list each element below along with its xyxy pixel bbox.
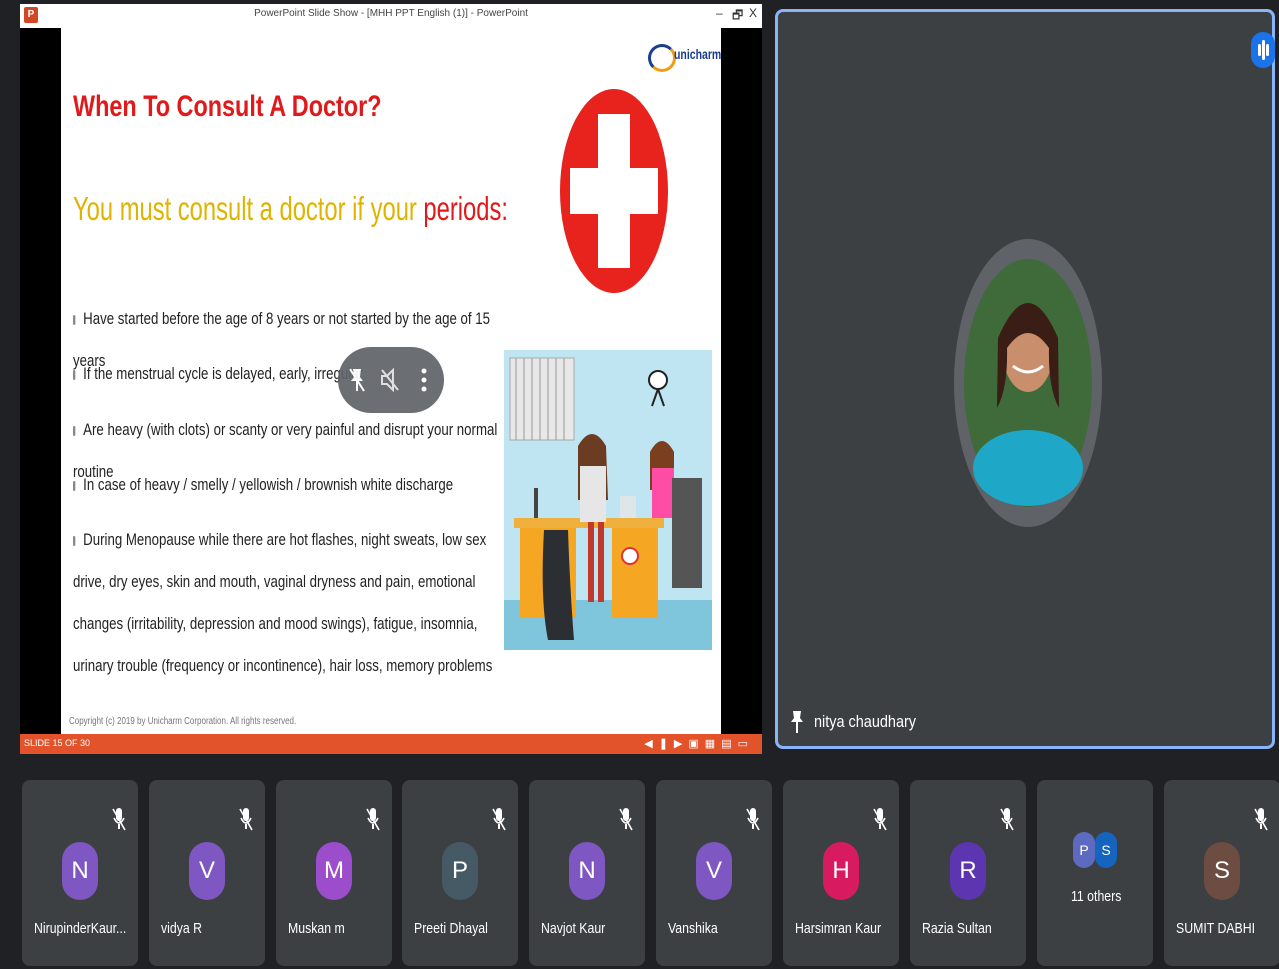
others-count-label: 11 others <box>1071 888 1122 905</box>
mic-off-icon <box>619 806 633 832</box>
participant-tile[interactable]: P Preeti Dhayal <box>402 780 518 966</box>
reading-view-icon[interactable]: ▤ <box>721 738 737 750</box>
participant-tile[interactable]: S SUMIT DABHI <box>1164 780 1279 966</box>
participant-name: Preeti Dhayal <box>414 920 488 937</box>
slide-sorter-icon[interactable]: ▦ <box>705 738 721 750</box>
mic-off-icon <box>366 806 380 832</box>
more-options-icon[interactable] <box>420 367 428 393</box>
subheading-highlight: periods: <box>423 190 508 227</box>
copyright-text: Copyright (c) 2019 by Unicharm Corporati… <box>69 716 297 727</box>
participant-avatar: N <box>62 842 98 900</box>
participant-avatar: R <box>950 842 986 900</box>
next-slide-icon[interactable]: ▶ <box>674 738 688 750</box>
brand-name: unicharm <box>674 46 721 62</box>
unicharm-logo-icon <box>648 44 676 72</box>
others-avatar: P <box>1073 832 1095 868</box>
participant-avatar: P <box>442 842 478 900</box>
bullet-text: In case of heavy / smelly / yellowish / … <box>83 475 454 494</box>
participant-name: Razia Sultan <box>922 920 992 937</box>
participant-tile[interactable]: N NirupinderKaur... <box>22 780 138 966</box>
unpin-icon[interactable] <box>348 367 366 393</box>
bullet-text: If the menstrual cycle is delayed, early… <box>83 364 363 383</box>
slide-heading: When To Consult A Doctor? <box>73 90 382 123</box>
speaker-tile[interactable]: nitya chaudhary <box>775 9 1275 749</box>
bullet-icon <box>73 535 76 546</box>
normal-view-icon[interactable]: ▣ <box>688 738 704 750</box>
slideshow-controls[interactable]: ◀❚▶▣▦▤▭ <box>644 737 754 750</box>
participant-name: Vanshika <box>668 920 718 937</box>
mic-off-icon <box>492 806 506 832</box>
pause-icon[interactable]: ❚ <box>659 738 674 750</box>
previous-slide-icon[interactable]: ◀ <box>644 738 658 750</box>
participant-tile[interactable]: M Muskan m <box>276 780 392 966</box>
participant-tile[interactable]: H Harsimran Kaur <box>783 780 899 966</box>
mic-off-icon <box>746 806 760 832</box>
participant-tile[interactable]: V Vanshika <box>656 780 772 966</box>
participant-name: NirupinderKaur... <box>34 920 127 937</box>
others-avatar: S <box>1095 832 1117 868</box>
participant-name: Harsimran Kaur <box>795 920 882 937</box>
mic-off-icon <box>1000 806 1014 832</box>
unicharm-logo: unicharm <box>648 42 721 82</box>
mic-off-icon <box>112 806 126 832</box>
participant-avatar: M <box>316 842 352 900</box>
participant-avatar: S <box>1204 842 1240 900</box>
participant-tile[interactable]: Vvidya R <box>149 780 265 966</box>
minimize-button[interactable]: – <box>716 6 723 20</box>
speaking-indicator-icon <box>1251 32 1275 68</box>
bullet-text: During Menopause while there are hot fla… <box>73 530 493 675</box>
slide-subheading: You must consult a doctor if your period… <box>73 190 508 228</box>
mic-off-icon <box>1254 806 1268 832</box>
close-button[interactable]: X <box>749 6 757 20</box>
bullet-icon <box>73 480 76 491</box>
participant-name: vidya R <box>161 920 203 937</box>
bullet-item: If the menstrual cycle is delayed, early… <box>73 353 510 395</box>
mic-off-icon <box>239 806 253 832</box>
slideshow-view-icon[interactable]: ▭ <box>738 738 754 750</box>
doctor-consultation-illustration <box>504 350 712 650</box>
window-title: PowerPoint Slide Show - [MHH PPT English… <box>254 8 528 19</box>
slide-indicator: SLIDE 15 OF 30 <box>24 738 91 748</box>
bullet-icon <box>73 314 76 325</box>
bullet-icon <box>73 425 76 436</box>
others-tile[interactable]: P S 11 others <box>1037 780 1153 966</box>
participant-avatar: H <box>823 842 859 900</box>
participant-avatar: V <box>189 842 225 900</box>
pin-icon[interactable] <box>790 710 804 734</box>
slideshow-statusbar: SLIDE 15 OF 30 ◀❚▶▣▦▤▭ <box>20 734 762 754</box>
participant-avatar: V <box>696 842 732 900</box>
medical-cross-icon <box>560 89 668 293</box>
window-titlebar: P PowerPoint Slide Show - [MHH PPT Engli… <box>20 4 762 28</box>
participant-name: SUMIT DABHI <box>1176 920 1256 937</box>
mic-off-icon <box>873 806 887 832</box>
participant-tile[interactable]: R Razia Sultan <box>910 780 1026 966</box>
tile-controls-overlay <box>338 347 444 413</box>
participant-name: Navjot Kaur <box>541 920 606 937</box>
subheading-text: You must consult a doctor if your <box>73 190 424 227</box>
bullet-icon <box>73 369 76 380</box>
bullet-item: During Menopause while there are hot fla… <box>73 519 494 687</box>
participant-tile[interactable]: N Navjot Kaur <box>529 780 645 966</box>
speaker-avatar <box>954 239 1102 527</box>
restore-button[interactable]: 🗗 <box>732 6 743 27</box>
speaker-name: nitya chaudhary <box>814 712 917 731</box>
mute-tile-icon[interactable] <box>380 367 400 393</box>
bullet-item: In case of heavy / smelly / yellowish / … <box>73 464 510 506</box>
participant-avatar: N <box>569 842 605 900</box>
participant-name: Muskan m <box>288 920 345 937</box>
